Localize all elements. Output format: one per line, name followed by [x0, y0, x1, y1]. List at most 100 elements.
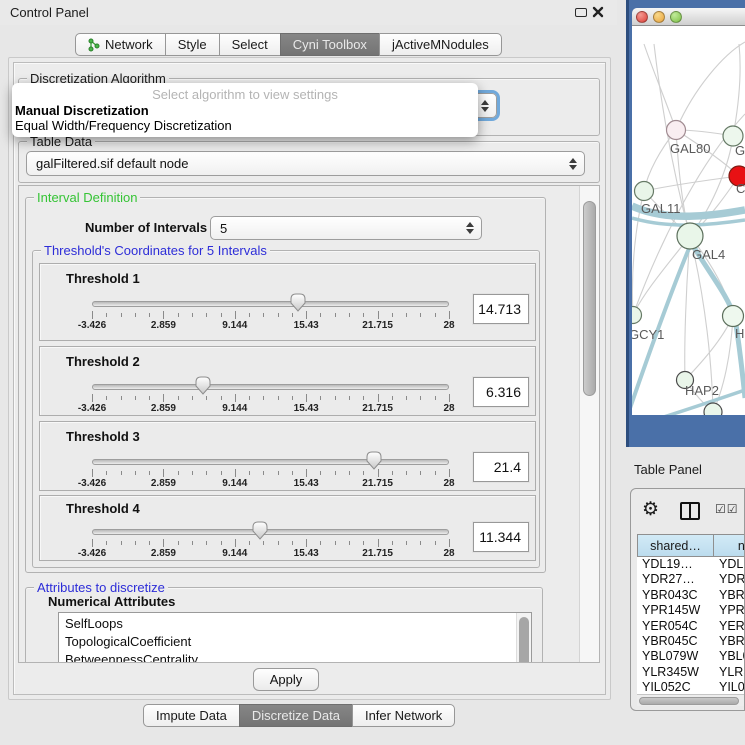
tick-mark	[221, 313, 222, 317]
node-bottom[interactable]	[704, 403, 722, 415]
threshold-2-value-field[interactable]: 6.316	[473, 377, 529, 407]
column-header-name[interactable]: name	[713, 534, 745, 557]
node-his[interactable]	[723, 306, 744, 327]
table-cell[interactable]: YDL19…	[637, 557, 714, 572]
thresholds-group-title: Threshold's Coordinates for 5 Intervals	[41, 243, 270, 258]
slider-track[interactable]	[92, 459, 449, 465]
tab-network[interactable]: Network	[75, 33, 166, 56]
threshold-2-slider[interactable]: -3.4262.8599.14415.4321.71528	[92, 375, 449, 419]
table-cell[interactable]: YDL1	[714, 557, 745, 572]
table-cell[interactable]: YPR1	[714, 603, 745, 618]
select-columns-icon[interactable]: ☑☑	[715, 502, 739, 516]
table-cell[interactable]: YLR345W	[637, 665, 714, 680]
tick-mark	[92, 469, 93, 477]
algorithm-item-equal-width[interactable]: Equal Width/Frequency Discretization	[15, 118, 232, 133]
node-label-partial-h: H	[735, 326, 744, 341]
slider-track[interactable]	[92, 301, 449, 307]
tick-mark	[92, 394, 93, 402]
attribute-list-item[interactable]: BetweennessCentrality	[65, 651, 513, 663]
mac-minimize-icon[interactable]	[653, 11, 665, 23]
table-row[interactable]: YDL19…YDL1	[637, 557, 745, 572]
tab-impute-data[interactable]: Impute Data	[143, 704, 240, 727]
threshold-1-slider[interactable]: -3.4262.8599.14415.4321.71528	[92, 292, 449, 336]
table-row[interactable]: YER054CYER0	[637, 619, 745, 634]
node-gcy1[interactable]	[632, 307, 642, 324]
column-header-shared-name[interactable]: shared…	[637, 534, 714, 557]
table-cell[interactable]: YDR27…	[637, 572, 714, 587]
table-body: YDL19…YDL1YDR27…YDR2YBR043CYBR0YPR145WYP…	[637, 557, 745, 696]
node-gal4[interactable]	[677, 223, 703, 249]
threshold-4-value-field[interactable]: 11.344	[473, 522, 529, 552]
attribute-list-item[interactable]: SelfLoops	[65, 615, 513, 633]
threshold-3-value-field[interactable]: 21.4	[473, 452, 529, 482]
list-scrollbar[interactable]	[516, 613, 531, 663]
mac-close-icon[interactable]	[636, 11, 648, 23]
tick-mark	[406, 541, 407, 545]
table-row[interactable]: YBL079WYBL0	[637, 649, 745, 664]
number-of-intervals-combo[interactable]: 5	[210, 216, 482, 240]
mac-zoom-icon[interactable]	[670, 11, 682, 23]
close-panel-icon[interactable]	[592, 6, 604, 18]
tab-jactivemnodules[interactable]: jActiveMNodules	[379, 33, 502, 56]
table-cell[interactable]: YBR043C	[637, 588, 714, 603]
tick-label: 9.144	[222, 548, 247, 559]
tick-label: 15.43	[294, 403, 319, 414]
tab-style[interactable]: Style	[165, 33, 220, 56]
apply-button[interactable]: Apply	[253, 668, 319, 691]
threshold-3-slider[interactable]: -3.4262.8599.14415.4321.71528	[92, 450, 449, 494]
slider-thumb[interactable]	[194, 376, 211, 395]
settings-scrollbar-thumb[interactable]	[583, 201, 596, 396]
slider-thumb[interactable]	[366, 451, 383, 470]
node-gal11[interactable]	[635, 182, 654, 201]
tick-label: 21.715	[362, 548, 393, 559]
table-cell[interactable]: YER054C	[637, 619, 714, 634]
table-cell[interactable]: YBL0	[714, 649, 745, 664]
gear-icon[interactable]: ⚙	[642, 498, 659, 521]
slider-thumb[interactable]	[251, 521, 268, 540]
table-row[interactable]: YBR043CYBR0	[637, 588, 745, 603]
table-cell[interactable]: YBR0	[714, 588, 745, 603]
threshold-1-value-field[interactable]: 14.713	[473, 294, 529, 324]
algorithm-item-manual[interactable]: Manual Discretization	[15, 103, 149, 118]
node-gal80[interactable]	[667, 121, 686, 140]
table-cell[interactable]: YER0	[714, 619, 745, 634]
tick-mark	[335, 541, 336, 545]
table-h-scrollbar[interactable]	[637, 694, 745, 706]
tab-infer-network[interactable]: Infer Network	[352, 704, 455, 727]
table-row[interactable]: YDR27…YDR2	[637, 572, 745, 587]
numerical-attributes-list[interactable]: SelfLoopsTopologicalCoefficientBetweenne…	[58, 612, 532, 663]
split-view-icon[interactable]	[680, 502, 700, 520]
tab-select[interactable]: Select	[219, 33, 281, 56]
table-data-combo[interactable]: galFiltered.sif default node	[26, 151, 585, 176]
tick-mark	[249, 541, 250, 545]
network-canvas[interactable]: GAL80 GA C GAL11 GAL4 GCY1 H HAP2	[632, 26, 745, 415]
table-cell[interactable]: YBL079W	[637, 649, 714, 664]
list-scrollbar-thumb[interactable]	[519, 617, 529, 663]
tab-discretize-data[interactable]: Discretize Data	[239, 704, 353, 727]
tick-mark	[278, 471, 279, 475]
tab-cyni-toolbox[interactable]: Cyni Toolbox	[280, 33, 380, 56]
tick-mark	[149, 471, 150, 475]
slider-thumb[interactable]	[290, 293, 307, 312]
table-cell[interactable]: YPR145W	[637, 603, 714, 618]
slider-track[interactable]	[92, 384, 449, 390]
table-cell[interactable]: YDR2	[714, 572, 745, 587]
table-cell[interactable]: YLR3	[714, 665, 745, 680]
tick-mark	[249, 396, 250, 400]
threshold-4-slider[interactable]: -3.4262.8599.14415.4321.71528	[92, 520, 449, 564]
table-row[interactable]: YBR045CYBR0	[637, 634, 745, 649]
table-cell[interactable]: YBR045C	[637, 634, 714, 649]
tick-label: 21.715	[362, 320, 393, 331]
network-window-titlebar[interactable]	[632, 8, 745, 26]
float-panel-icon[interactable]	[575, 8, 587, 17]
tick-mark	[263, 471, 264, 475]
table-row[interactable]: YLR345WYLR3	[637, 665, 745, 680]
slider-track[interactable]	[92, 529, 449, 535]
table-row[interactable]: YPR145WYPR1	[637, 603, 745, 618]
table-h-scrollbar-thumb[interactable]	[639, 697, 739, 705]
settings-scrollbar[interactable]	[579, 186, 599, 662]
attribute-list-item[interactable]: TopologicalCoefficient	[65, 633, 513, 651]
tick-label: 9.144	[222, 403, 247, 414]
table-cell[interactable]: YBR0	[714, 634, 745, 649]
algorithm-placeholder-item[interactable]: Select algorithm to view settings	[12, 87, 478, 102]
